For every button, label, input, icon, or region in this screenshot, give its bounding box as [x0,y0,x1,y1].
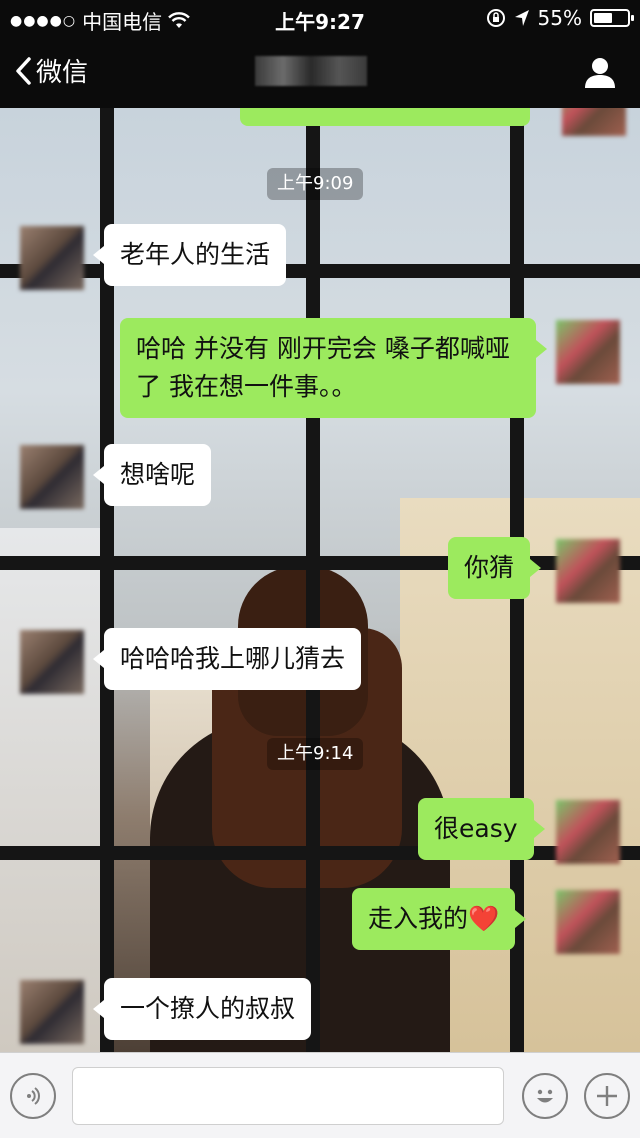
message-bubble[interactable]: 一个撩人的叔叔 [92,978,312,1040]
message-bubble-partial[interactable] [240,108,530,126]
avatar[interactable] [556,539,620,603]
more-button[interactable] [584,1073,630,1119]
status-right: 55% [486,6,634,30]
location-arrow-icon [514,10,529,26]
emoji-button[interactable] [522,1073,568,1119]
avatar[interactable] [20,980,84,1044]
window-frame [306,108,320,1052]
window-frame [0,846,640,860]
timestamp: 上午9:09 [267,168,364,200]
avatar[interactable] [20,226,84,290]
chat-area[interactable]: 上午9:09 老年人的生活 哈哈 并没有 刚开完会 嗓子都喊哑了 我在想一件事。… [0,108,640,1052]
message-bubble[interactable]: 很easy [418,798,545,860]
message-bubble[interactable]: 哈哈 并没有 刚开完会 嗓子都喊哑了 我在想一件事。。 [120,318,547,418]
battery-tip [631,15,634,21]
emoji-icon [537,1089,553,1103]
person-icon[interactable] [582,54,618,90]
back-label: 微信 [36,58,89,88]
rotation-lock-icon [486,9,505,27]
avatar[interactable] [556,320,620,384]
heart-emoji-icon: ❤️ [468,904,500,933]
plus-icon [597,1086,617,1106]
battery-level [594,13,612,23]
voice-button[interactable] [10,1073,56,1119]
message-bubble[interactable]: 你猜 [448,537,542,599]
status-bar: ●●●●○ 中国电信 上午9:27 55% [0,0,640,36]
message-text: 走入我的 [368,904,469,933]
battery-percent: 55% [537,6,582,30]
avatar[interactable] [556,890,620,954]
nav-bar: 微信 [0,36,640,108]
timestamp: 上午9:14 [267,738,364,770]
window-frame [0,264,640,278]
message-bubble[interactable]: 老年人的生活 [92,224,287,286]
message-bubble[interactable]: 走入我的❤️ [352,888,527,950]
avatar[interactable] [20,630,84,694]
avatar[interactable] [20,445,84,509]
bg-building [0,528,110,1052]
chat-title-blurred [255,56,367,86]
avatar[interactable] [556,800,620,864]
back-button[interactable]: 微信 [14,52,88,89]
avatar[interactable] [562,108,626,136]
message-bubble[interactable]: 哈哈哈我上哪儿猜去 [92,628,362,690]
battery-icon [590,9,634,27]
window-frame [0,556,640,570]
message-input[interactable] [72,1067,504,1125]
voice-icon [27,1087,40,1105]
chevron-left-icon [16,56,31,85]
message-bubble[interactable]: 想啥呢 [92,444,212,506]
input-bar [0,1052,640,1138]
